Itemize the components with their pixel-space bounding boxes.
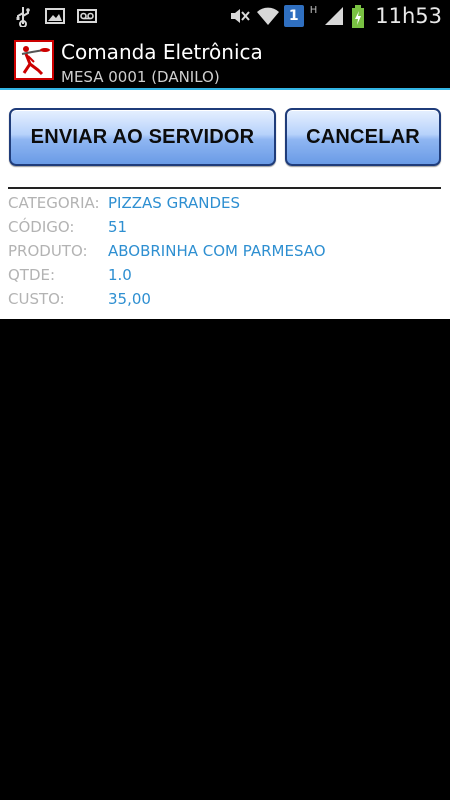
detail-value: PIZZAS GRANDES bbox=[108, 194, 241, 212]
detail-value: 35,00 bbox=[108, 290, 151, 308]
detail-row-cost: CUSTO: 35,00 bbox=[8, 288, 151, 310]
signal-icon bbox=[323, 5, 345, 27]
status-bar-right: 1 H 11h53 bbox=[228, 3, 442, 29]
status-bar-left bbox=[12, 4, 98, 28]
detail-label: PRODUTO: bbox=[8, 242, 88, 260]
usb-icon bbox=[12, 5, 34, 28]
detail-value: 51 bbox=[108, 218, 128, 236]
status-time: 11h53 bbox=[375, 4, 442, 28]
detail-label: CÓDIGO: bbox=[8, 218, 75, 236]
send-to-server-button[interactable]: ENVIAR AO SERVIDOR bbox=[9, 108, 276, 166]
detail-row-category: CATEGORIA: PIZZAS GRANDES bbox=[8, 192, 240, 214]
image-icon bbox=[44, 5, 66, 27]
detail-value: 1.0 bbox=[108, 266, 132, 284]
detail-row-product: PRODUTO: ABOBRINHA COM PARMESAO bbox=[8, 240, 326, 262]
battery-charging-icon bbox=[351, 5, 365, 28]
voicemail-icon bbox=[76, 5, 98, 27]
status-bar: 1 H 11h53 bbox=[0, 0, 450, 31]
detail-value: ABOBRINHA COM PARMESAO bbox=[108, 242, 326, 260]
main-content: ENVIAR AO SERVIDOR CANCELAR CATEGORIA: P… bbox=[0, 90, 450, 319]
app-title: Comanda Eletrônica bbox=[61, 40, 263, 64]
detail-label: CATEGORIA: bbox=[8, 194, 100, 212]
wifi-icon bbox=[256, 5, 279, 27]
sim-badge-icon: 1 bbox=[283, 5, 304, 27]
detail-row-code: CÓDIGO: 51 bbox=[8, 216, 127, 238]
detail-row-quantity: QTDE: 1.0 bbox=[8, 264, 132, 286]
app-subtitle: MESA 0001 (DANILO) bbox=[61, 68, 220, 86]
mute-icon bbox=[228, 5, 250, 27]
h-network-icon: H bbox=[309, 5, 318, 16]
detail-label: QTDE: bbox=[8, 266, 56, 284]
action-bar: Comanda Eletrônica MESA 0001 (DANILO) bbox=[0, 31, 450, 88]
detail-label: CUSTO: bbox=[8, 290, 65, 308]
cancel-button[interactable]: CANCELAR bbox=[285, 108, 441, 166]
app-logo-icon[interactable] bbox=[14, 40, 54, 80]
content-divider bbox=[8, 187, 441, 189]
